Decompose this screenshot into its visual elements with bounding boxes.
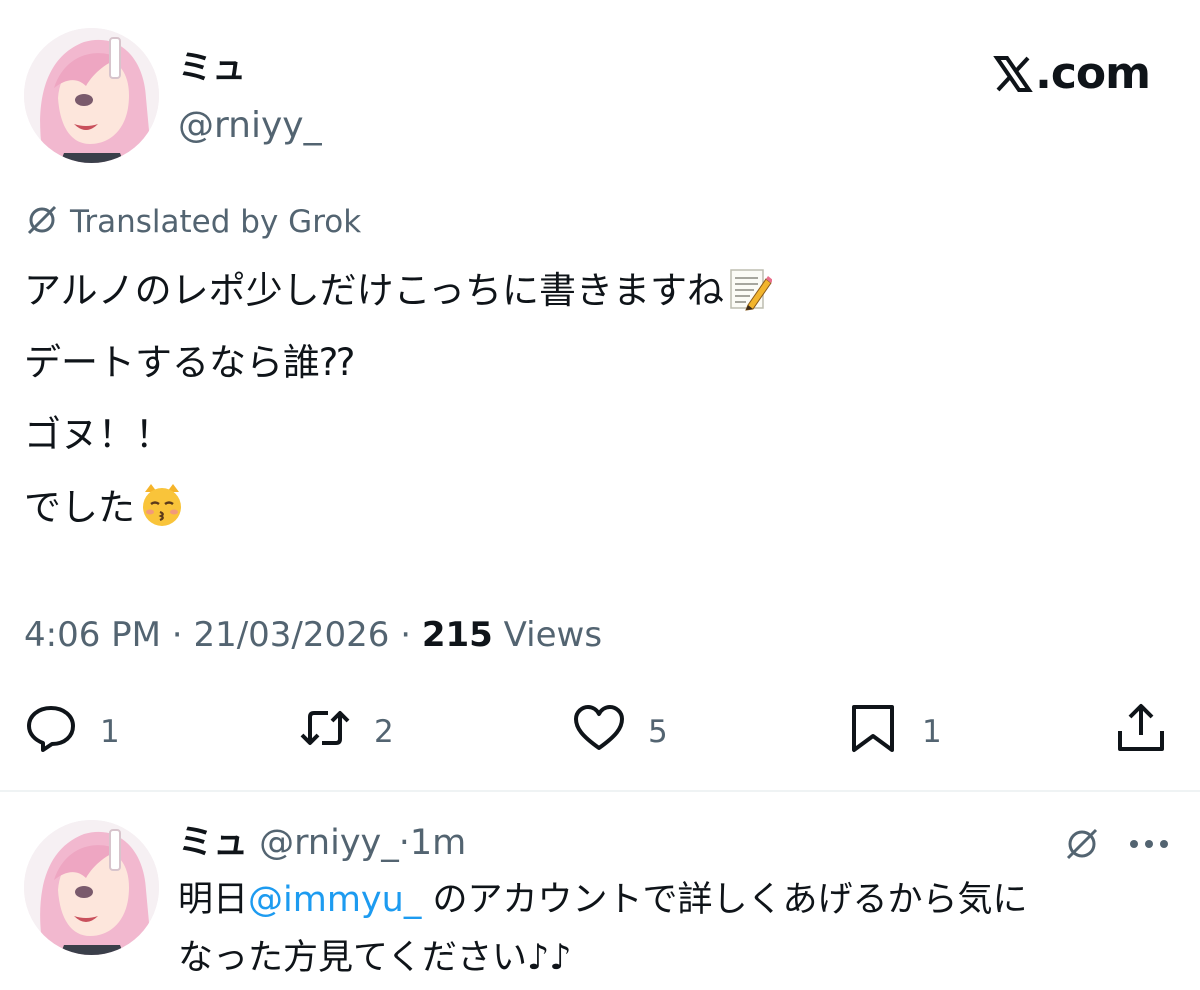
reply-icon <box>24 703 78 761</box>
memo-icon <box>728 267 774 324</box>
music-notes-icon: ♪♪ <box>526 938 572 978</box>
more-options-button[interactable] <box>1126 824 1172 868</box>
brand-domain: .com <box>1035 48 1151 99</box>
divider <box>0 790 1200 792</box>
views-count: 215 <box>421 615 493 655</box>
more-icon <box>1126 840 1172 868</box>
tweet-text-line: アルノのレポ少しだけこっちに書きますね <box>24 266 774 324</box>
views-label: Views <box>503 615 603 655</box>
grok-icon <box>24 202 60 242</box>
tweet-date[interactable]: 21/03/2026 <box>193 615 389 655</box>
reply-text-line: 明日@immyu_ のアカウントで詳しくあげるから気に <box>178 880 1028 920</box>
bookmark-button[interactable]: 1 <box>846 703 942 761</box>
author-name[interactable]: ミュ <box>178 48 246 88</box>
like-button[interactable]: 5 <box>572 703 668 761</box>
share-icon <box>1114 703 1168 761</box>
reply-time[interactable]: 1m <box>410 823 466 863</box>
heart-icon <box>572 703 626 761</box>
bookmark-count: 1 <box>922 714 942 750</box>
translation-notice[interactable]: Translated by Grok <box>24 200 361 244</box>
reply-header: ミュ @rniyy_·1m <box>178 823 467 863</box>
tweet-text-line: でした <box>24 482 185 541</box>
mention-link[interactable]: @immyu_ <box>248 880 421 920</box>
reply-author-name[interactable]: ミュ <box>178 823 248 863</box>
reply-text-line: なった方見てください♪♪ <box>178 938 572 978</box>
author-avatar[interactable] <box>24 28 159 163</box>
grok-icon <box>1062 828 1102 868</box>
reply-author-avatar[interactable] <box>24 820 159 955</box>
like-count: 5 <box>648 714 668 750</box>
reply-author-handle[interactable]: @rniyy_ <box>259 823 399 863</box>
tweet-text-line: デートするなら誰⁇ <box>24 341 355 384</box>
reply-grok-button[interactable] <box>1062 824 1102 868</box>
repost-button[interactable]: 2 <box>298 706 394 758</box>
kissing-cat-icon <box>139 482 185 541</box>
tweet-time[interactable]: 4:06 PM <box>24 615 161 655</box>
tweet-text-line: ゴヌ！！ <box>24 413 172 456</box>
author-handle[interactable]: @rniyy_ <box>178 104 322 148</box>
repost-count: 2 <box>374 714 394 750</box>
reply-button[interactable]: 1 <box>24 706 120 758</box>
reply-count: 1 <box>100 714 120 750</box>
repost-icon <box>298 703 352 761</box>
x-logo-icon <box>993 52 1033 108</box>
x-brand: .com <box>950 46 1151 108</box>
bookmark-icon <box>846 703 900 761</box>
translated-label: Translated by Grok <box>70 204 362 240</box>
share-button[interactable] <box>1114 703 1168 761</box>
tweet-meta: 4:06 PM · 21/03/2026 · 215 Views <box>24 615 603 655</box>
